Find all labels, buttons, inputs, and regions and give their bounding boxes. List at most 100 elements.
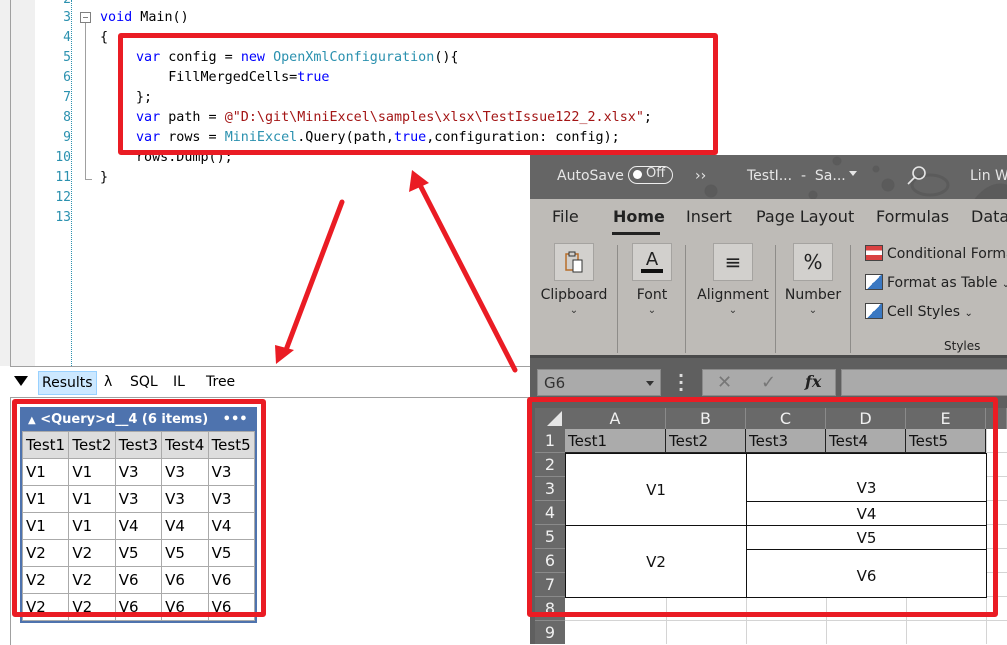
column-header-b[interactable]: B [666, 408, 746, 429]
menu-formulas[interactable]: Formulas [876, 207, 949, 226]
more-commands-icon[interactable]: ›› [695, 168, 706, 184]
cell-a1[interactable]: Test1 [565, 429, 666, 453]
table-cell[interactable]: V6 [161, 566, 209, 594]
table-cell[interactable]: V6 [161, 593, 209, 621]
chevron-down-icon[interactable]: ⌄ [782, 305, 844, 316]
table-cell[interactable]: V4 [161, 512, 209, 540]
table-cell[interactable]: V2 [68, 566, 116, 594]
chevron-down-icon[interactable]: ⌄ [536, 305, 612, 316]
cell-b1[interactable]: Test2 [666, 429, 746, 453]
table-cell[interactable]: V6 [114, 593, 163, 621]
table-cell[interactable]: V3 [114, 458, 163, 486]
table-cell[interactable]: V5 [161, 539, 209, 567]
tab-tree[interactable]: Tree [203, 371, 238, 393]
formula-bar-grip-icon[interactable]: · · · [678, 368, 684, 398]
chevron-down-icon[interactable]: ⌄ [692, 305, 774, 316]
name-box-dropdown-icon[interactable] [646, 381, 654, 386]
column-header[interactable]: Test5 [207, 431, 256, 459]
column-header[interactable]: Test3 [114, 431, 163, 459]
row-header[interactable]: 9 [535, 621, 565, 644]
table-cell[interactable]: V3 [161, 485, 209, 513]
ribbon-group-clipboard[interactable]: Clipboard ⌄ [536, 243, 612, 316]
worksheet-grid[interactable]: A B C D E 1 2 3 4 5 6 7 8 9 Test1 Test2 … [530, 398, 1007, 644]
search-icon[interactable] [906, 165, 928, 187]
column-header-e[interactable]: E [906, 408, 986, 429]
column-header-d[interactable]: D [826, 408, 906, 429]
table-cell[interactable]: V1 [21, 512, 70, 540]
conditional-formatting-button[interactable]: Conditional Formatting [865, 245, 1007, 262]
select-all-button[interactable] [535, 408, 565, 429]
tab-il[interactable]: IL [170, 371, 188, 393]
row-header[interactable]: 7 [535, 573, 565, 597]
column-header[interactable]: Test4 [161, 431, 209, 459]
row-header[interactable]: 4 [535, 501, 565, 525]
table-cell[interactable]: V1 [68, 485, 116, 513]
chevron-down-icon[interactable]: ⌄ [624, 305, 680, 316]
dump-header[interactable]: ▲ <Query>d__4 (6 items) ••• [22, 409, 255, 431]
row-header[interactable]: 5 [535, 525, 565, 549]
align-center-icon[interactable]: ≡ [713, 243, 753, 281]
table-cell[interactable]: V2 [68, 539, 116, 567]
collapse-up-icon[interactable]: ▲ [28, 415, 36, 426]
cell-styles-button[interactable]: Cell Styles ⌄ [865, 303, 973, 320]
ribbon-group-number[interactable]: % Number ⌄ [782, 243, 844, 316]
more-options-icon[interactable]: ••• [223, 412, 248, 427]
table-cell[interactable]: V2 [21, 539, 70, 567]
table-cell[interactable]: V2 [21, 593, 70, 621]
column-header-c[interactable]: C [746, 408, 826, 429]
title-dropdown-icon[interactable] [849, 171, 857, 176]
table-cell[interactable]: V3 [114, 485, 163, 513]
menu-page-layout[interactable]: Page Layout [756, 207, 854, 226]
font-color-icon[interactable]: A [632, 243, 672, 281]
table-cell[interactable]: V3 [161, 458, 209, 486]
table-cell[interactable]: V5 [114, 539, 163, 567]
menu-insert[interactable]: Insert [686, 207, 732, 226]
table-cell[interactable]: V3 [207, 485, 256, 513]
table-cell[interactable]: V2 [68, 593, 116, 621]
name-box[interactable]: G6 [537, 369, 661, 396]
ribbon-group-alignment[interactable]: ≡ Alignment ⌄ [692, 243, 774, 316]
table-cell[interactable]: V5 [207, 539, 256, 567]
column-header-f[interactable] [986, 408, 1007, 429]
ribbon-group-font[interactable]: A Font ⌄ [624, 243, 680, 316]
clipboard-icon[interactable] [554, 243, 594, 281]
column-header[interactable]: Test2 [68, 431, 116, 459]
row-header[interactable]: 6 [535, 549, 565, 573]
insert-function-icon[interactable]: fx [805, 372, 821, 391]
row-header[interactable]: 1 [535, 429, 565, 453]
table-cell[interactable]: V1 [21, 458, 70, 486]
collapse-region-icon[interactable] [80, 12, 91, 23]
table-cell[interactable]: V6 [207, 566, 256, 594]
row-header[interactable]: 8 [535, 597, 565, 621]
merged-cell-c2-e3[interactable]: V3 [746, 453, 987, 502]
collapse-triangle-icon[interactable] [14, 376, 28, 386]
column-header[interactable]: Test1 [21, 431, 70, 459]
tab-results[interactable]: Results [38, 371, 97, 395]
menu-data[interactable]: Data [971, 207, 1007, 226]
table-cell[interactable]: V6 [207, 593, 256, 621]
cancel-icon[interactable]: ✕ [717, 372, 732, 393]
table-cell[interactable]: V1 [21, 485, 70, 513]
merged-cell-a5-b7[interactable]: V2 [565, 525, 747, 598]
format-as-table-button[interactable]: Format as Table ⌄ [865, 274, 1007, 291]
cell-e1[interactable]: Test5 [906, 429, 986, 453]
merged-cell-a2-b4[interactable]: V1 [565, 453, 747, 526]
merged-cell-c4-e4[interactable]: V4 [746, 501, 987, 526]
formula-input[interactable] [841, 369, 1007, 396]
table-cell[interactable]: V4 [114, 512, 163, 540]
row-header[interactable]: 2 [535, 453, 565, 477]
table-cell[interactable]: V1 [68, 512, 116, 540]
autosave-toggle[interactable]: Off [628, 166, 673, 184]
enter-icon[interactable]: ✓ [761, 372, 776, 393]
merged-cell-c5-e5[interactable]: V5 [746, 525, 987, 550]
table-cell[interactable]: V3 [207, 458, 256, 486]
merged-cell-c6-e7[interactable]: V6 [746, 549, 987, 598]
menu-file[interactable]: File [552, 207, 579, 226]
document-title[interactable]: TestI... - Sa... [747, 168, 846, 184]
row-header[interactable]: 3 [535, 477, 565, 501]
tab-lambda[interactable]: λ [101, 371, 115, 393]
table-cell[interactable]: V2 [21, 566, 70, 594]
code-editor[interactable]: 2 3 4 5 6 7 8 9 10 11 12 13 void Main() … [0, 0, 652, 366]
table-cell[interactable]: V4 [207, 512, 256, 540]
percent-icon[interactable]: % [793, 243, 833, 281]
